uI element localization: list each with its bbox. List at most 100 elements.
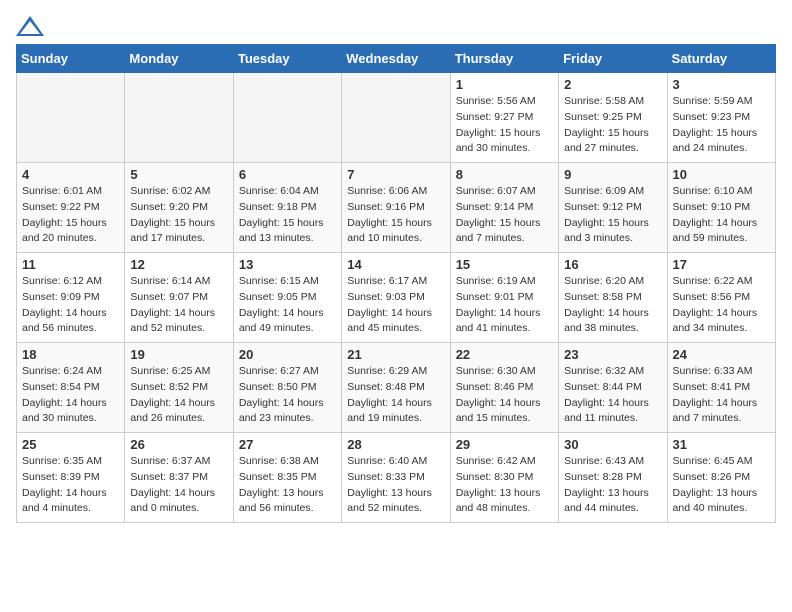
- day-info: Sunrise: 6:17 AMSunset: 9:03 PMDaylight:…: [347, 274, 444, 337]
- day-number: 1: [456, 77, 553, 92]
- day-number: 24: [673, 347, 770, 362]
- day-info: Sunrise: 6:24 AMSunset: 8:54 PMDaylight:…: [22, 364, 119, 427]
- calendar-cell: 29 Sunrise: 6:42 AMSunset: 8:30 PMDayligh…: [450, 433, 558, 523]
- calendar-header-row: SundayMondayTuesdayWednesdayThursdayFrid…: [17, 45, 776, 73]
- day-info: Sunrise: 6:15 AMSunset: 9:05 PMDaylight:…: [239, 274, 336, 337]
- header-wednesday: Wednesday: [342, 45, 450, 73]
- header-sunday: Sunday: [17, 45, 125, 73]
- calendar-cell: 12 Sunrise: 6:14 AMSunset: 9:07 PMDayligh…: [125, 253, 233, 343]
- day-info: Sunrise: 6:29 AMSunset: 8:48 PMDaylight:…: [347, 364, 444, 427]
- calendar-cell: 13 Sunrise: 6:15 AMSunset: 9:05 PMDayligh…: [233, 253, 341, 343]
- day-number: 12: [130, 257, 227, 272]
- day-number: 10: [673, 167, 770, 182]
- calendar-cell: 18 Sunrise: 6:24 AMSunset: 8:54 PMDayligh…: [17, 343, 125, 433]
- header-tuesday: Tuesday: [233, 45, 341, 73]
- day-number: 27: [239, 437, 336, 452]
- day-info: Sunrise: 6:04 AMSunset: 9:18 PMDaylight:…: [239, 184, 336, 247]
- day-info: Sunrise: 6:22 AMSunset: 8:56 PMDaylight:…: [673, 274, 770, 337]
- calendar-cell: 4Sunrise: 6:01 AMSunset: 9:22 PMDaylight…: [17, 163, 125, 253]
- day-info: Sunrise: 6:42 AMSunset: 8:30 PMDaylight:…: [456, 454, 553, 517]
- day-number: 3: [673, 77, 770, 92]
- day-number: 17: [673, 257, 770, 272]
- day-info: Sunrise: 6:27 AMSunset: 8:50 PMDaylight:…: [239, 364, 336, 427]
- day-number: 25: [22, 437, 119, 452]
- day-info: Sunrise: 6:12 AMSunset: 9:09 PMDaylight:…: [22, 274, 119, 337]
- day-number: 4: [22, 167, 119, 182]
- day-number: 29: [456, 437, 553, 452]
- calendar-cell: 7 Sunrise: 6:06 AMSunset: 9:16 PMDaylight…: [342, 163, 450, 253]
- calendar-cell: 21Sunrise: 6:29 AMSunset: 8:48 PMDayligh…: [342, 343, 450, 433]
- day-number: 9: [564, 167, 661, 182]
- calendar-cell: 24 Sunrise: 6:33 AMSunset: 8:41 PMDayligh…: [667, 343, 775, 433]
- calendar-cell: 20 Sunrise: 6:27 AMSunset: 8:50 PMDayligh…: [233, 343, 341, 433]
- day-info: Sunrise: 6:40 AMSunset: 8:33 PMDaylight:…: [347, 454, 444, 517]
- day-info: Sunrise: 6:14 AMSunset: 9:07 PMDaylight:…: [130, 274, 227, 337]
- day-info: Sunrise: 6:37 AMSunset: 8:37 PMDaylight:…: [130, 454, 227, 517]
- day-number: 20: [239, 347, 336, 362]
- calendar-cell: 8 Sunrise: 6:07 AMSunset: 9:14 PMDaylight…: [450, 163, 558, 253]
- calendar-cell: 9 Sunrise: 6:09 AMSunset: 9:12 PMDaylight…: [559, 163, 667, 253]
- day-info: Sunrise: 6:06 AMSunset: 9:16 PMDaylight:…: [347, 184, 444, 247]
- day-number: 14: [347, 257, 444, 272]
- day-number: 7: [347, 167, 444, 182]
- day-info: Sunrise: 6:43 AMSunset: 8:28 PMDaylight:…: [564, 454, 661, 517]
- calendar-week-0: 1 Sunrise: 5:56 AMSunset: 9:27 PMDaylight…: [17, 73, 776, 163]
- header-friday: Friday: [559, 45, 667, 73]
- day-info: Sunrise: 6:33 AMSunset: 8:41 PMDaylight:…: [673, 364, 770, 427]
- calendar-cell: 11Sunrise: 6:12 AMSunset: 9:09 PMDayligh…: [17, 253, 125, 343]
- day-info: Sunrise: 6:30 AMSunset: 8:46 PMDaylight:…: [456, 364, 553, 427]
- day-number: 13: [239, 257, 336, 272]
- day-info: Sunrise: 6:10 AMSunset: 9:10 PMDaylight:…: [673, 184, 770, 247]
- day-number: 18: [22, 347, 119, 362]
- day-number: 26: [130, 437, 227, 452]
- day-info: Sunrise: 6:09 AMSunset: 9:12 PMDaylight:…: [564, 184, 661, 247]
- day-number: 8: [456, 167, 553, 182]
- day-info: Sunrise: 6:35 AMSunset: 8:39 PMDaylight:…: [22, 454, 119, 517]
- calendar-cell: [125, 73, 233, 163]
- calendar-cell: 5Sunrise: 6:02 AMSunset: 9:20 PMDaylight…: [125, 163, 233, 253]
- calendar-cell: 14 Sunrise: 6:17 AMSunset: 9:03 PMDayligh…: [342, 253, 450, 343]
- day-info: Sunrise: 6:20 AMSunset: 8:58 PMDaylight:…: [564, 274, 661, 337]
- calendar-cell: 15 Sunrise: 6:19 AMSunset: 9:01 PMDayligh…: [450, 253, 558, 343]
- day-info: Sunrise: 5:56 AMSunset: 9:27 PMDaylight:…: [456, 94, 553, 157]
- calendar-cell: 19Sunrise: 6:25 AMSunset: 8:52 PMDayligh…: [125, 343, 233, 433]
- calendar-cell: [17, 73, 125, 163]
- calendar-cell: 22 Sunrise: 6:30 AMSunset: 8:46 PMDayligh…: [450, 343, 558, 433]
- logo-icon: [16, 16, 44, 36]
- day-info: Sunrise: 6:32 AMSunset: 8:44 PMDaylight:…: [564, 364, 661, 427]
- calendar-cell: 23 Sunrise: 6:32 AMSunset: 8:44 PMDayligh…: [559, 343, 667, 433]
- header-monday: Monday: [125, 45, 233, 73]
- calendar-cell: 26 Sunrise: 6:37 AMSunset: 8:37 PMDayligh…: [125, 433, 233, 523]
- day-info: Sunrise: 5:58 AMSunset: 9:25 PMDaylight:…: [564, 94, 661, 157]
- calendar-cell: 30 Sunrise: 6:43 AMSunset: 8:28 PMDayligh…: [559, 433, 667, 523]
- day-info: Sunrise: 6:07 AMSunset: 9:14 PMDaylight:…: [456, 184, 553, 247]
- calendar-week-4: 25 Sunrise: 6:35 AMSunset: 8:39 PMDayligh…: [17, 433, 776, 523]
- day-number: 30: [564, 437, 661, 452]
- calendar-cell: 31 Sunrise: 6:45 AMSunset: 8:26 PMDayligh…: [667, 433, 775, 523]
- calendar-week-1: 4Sunrise: 6:01 AMSunset: 9:22 PMDaylight…: [17, 163, 776, 253]
- calendar-cell: 2 Sunrise: 5:58 AMSunset: 9:25 PMDaylight…: [559, 73, 667, 163]
- calendar-week-3: 18 Sunrise: 6:24 AMSunset: 8:54 PMDayligh…: [17, 343, 776, 433]
- calendar-cell: 1 Sunrise: 5:56 AMSunset: 9:27 PMDaylight…: [450, 73, 558, 163]
- day-number: 2: [564, 77, 661, 92]
- calendar-week-2: 11Sunrise: 6:12 AMSunset: 9:09 PMDayligh…: [17, 253, 776, 343]
- calendar-cell: 17 Sunrise: 6:22 AMSunset: 8:56 PMDayligh…: [667, 253, 775, 343]
- calendar-cell: 10 Sunrise: 6:10 AMSunset: 9:10 PMDayligh…: [667, 163, 775, 253]
- header-thursday: Thursday: [450, 45, 558, 73]
- day-number: 15: [456, 257, 553, 272]
- day-number: 31: [673, 437, 770, 452]
- header: [16, 16, 776, 36]
- header-saturday: Saturday: [667, 45, 775, 73]
- day-info: Sunrise: 6:19 AMSunset: 9:01 PMDaylight:…: [456, 274, 553, 337]
- calendar-cell: 16Sunrise: 6:20 AMSunset: 8:58 PMDayligh…: [559, 253, 667, 343]
- day-number: 28: [347, 437, 444, 452]
- day-info: Sunrise: 5:59 AMSunset: 9:23 PMDaylight:…: [673, 94, 770, 157]
- day-number: 23: [564, 347, 661, 362]
- day-info: Sunrise: 6:02 AMSunset: 9:20 PMDaylight:…: [130, 184, 227, 247]
- calendar-cell: [342, 73, 450, 163]
- day-info: Sunrise: 6:45 AMSunset: 8:26 PMDaylight:…: [673, 454, 770, 517]
- calendar-cell: 25 Sunrise: 6:35 AMSunset: 8:39 PMDayligh…: [17, 433, 125, 523]
- calendar-cell: 27Sunrise: 6:38 AMSunset: 8:35 PMDayligh…: [233, 433, 341, 523]
- calendar-cell: 3 Sunrise: 5:59 AMSunset: 9:23 PMDaylight…: [667, 73, 775, 163]
- day-number: 22: [456, 347, 553, 362]
